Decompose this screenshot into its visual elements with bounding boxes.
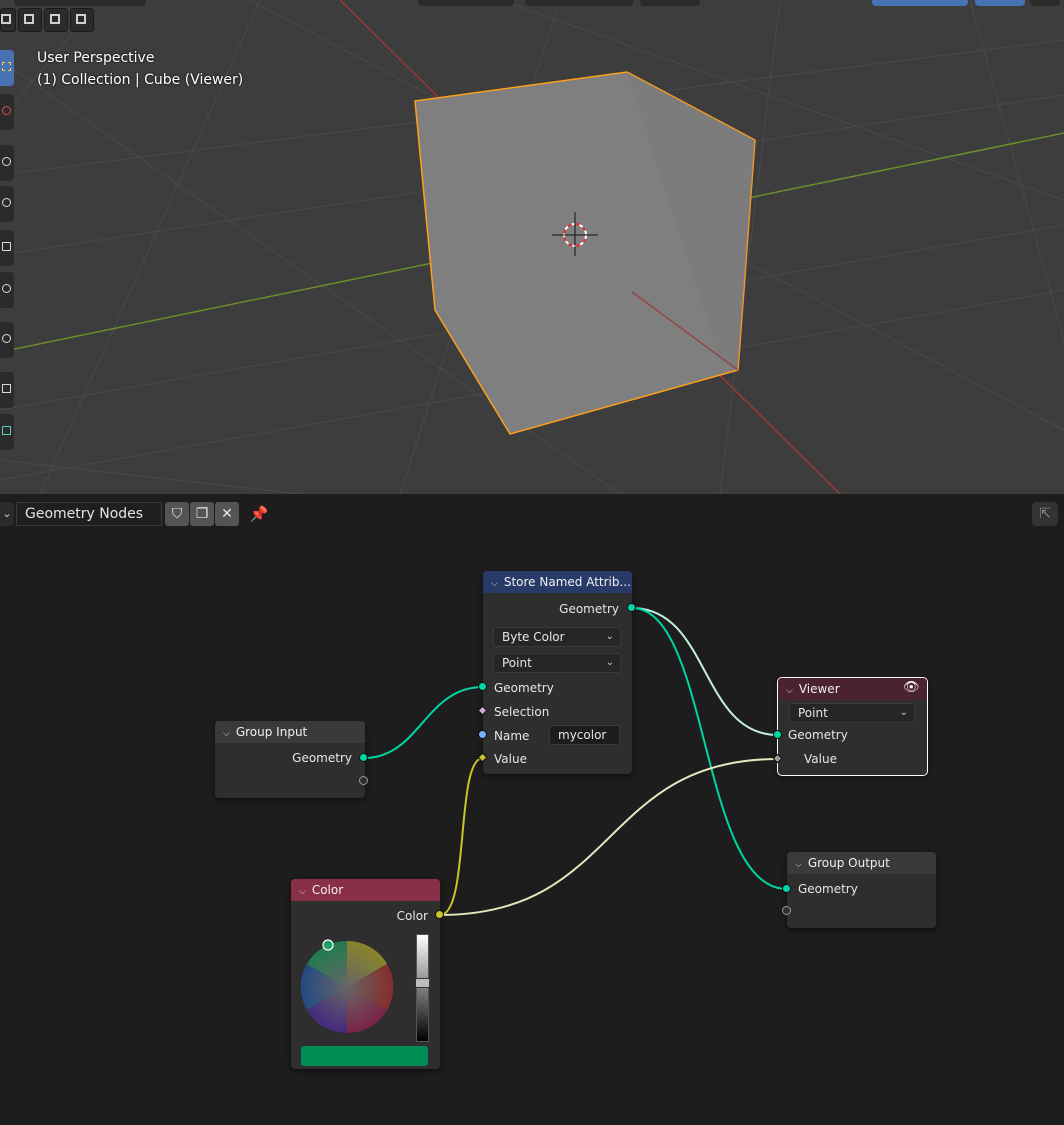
color-wheel[interactable] <box>299 939 395 1035</box>
3d-viewport[interactable]: User Perspective (1) Collection | Cube (… <box>0 0 1064 494</box>
link-group-input-to-store <box>363 686 484 759</box>
store-input-name-socket[interactable] <box>478 730 487 739</box>
collapse-chevron-icon[interactable]: ⌵ <box>299 881 306 903</box>
output-geometry-label: Geometry <box>559 602 619 616</box>
header-widget[interactable] <box>418 0 514 6</box>
node-title: Store Named Attrib... <box>503 575 631 589</box>
tool-measure-icon[interactable] <box>0 372 14 408</box>
node-title: Color <box>311 883 344 897</box>
header-widget[interactable] <box>14 0 146 6</box>
select-new-icon[interactable] <box>0 8 16 32</box>
store-input-geometry-socket[interactable] <box>478 682 487 691</box>
collapse-chevron-icon[interactable]: ⌵ <box>786 680 793 702</box>
tool-annotate-icon[interactable] <box>0 322 14 358</box>
value-slider-handle[interactable] <box>415 978 430 988</box>
store-named-attribute-node[interactable]: ⌵ Store Named Attrib... Geometry Byte Col… <box>483 571 632 774</box>
select-extend-icon[interactable] <box>18 8 42 32</box>
node-title: Group Input <box>235 725 308 739</box>
group-input-node[interactable]: ⌵ Group Input Geometry <box>215 721 365 798</box>
store-output-geometry-socket[interactable] <box>627 603 636 612</box>
group-output-node[interactable]: ⌵ Group Output Geometry <box>787 852 936 928</box>
attribute-name-field[interactable]: mycolor <box>549 725 620 745</box>
collection-label: (1) Collection | Cube (Viewer) <box>37 72 244 88</box>
parent-node-tree-icon[interactable]: ⇱ <box>1032 502 1058 526</box>
node-tree-name-field[interactable]: Geometry Nodes <box>16 502 162 526</box>
group-input-geometry-socket[interactable] <box>359 753 368 762</box>
color-node[interactable]: ⌵ Color Color <box>291 879 440 1069</box>
tool-add-cube-icon[interactable] <box>0 414 14 450</box>
viewer-input-geometry-socket[interactable] <box>773 730 782 739</box>
node-title: Group Output <box>807 856 890 870</box>
input-value-label: Value <box>494 752 527 766</box>
value-slider[interactable] <box>415 934 430 1042</box>
close-icon[interactable]: ✕ <box>215 502 239 526</box>
collapse-chevron-icon[interactable]: ⌵ <box>795 854 802 876</box>
perspective-label: User Perspective <box>37 50 155 66</box>
input-geometry-label: Geometry <box>788 728 848 742</box>
header-widget[interactable] <box>525 0 633 6</box>
header-widget[interactable] <box>975 0 1025 6</box>
chevron-down-icon: ⌄ <box>899 707 908 718</box>
data-type-dropdown[interactable]: Byte Color ⌄ <box>493 627 621 647</box>
header-widget[interactable] <box>640 0 700 6</box>
select-mode-toolbar <box>0 8 94 34</box>
shield-icon[interactable]: ⛉ <box>165 502 189 526</box>
header-widget[interactable] <box>1030 0 1060 6</box>
node-header[interactable]: ⌵ Color <box>291 879 440 901</box>
tool-rotate-icon[interactable] <box>0 186 14 222</box>
data-type-value: Byte Color <box>502 630 565 644</box>
chevron-down-icon: ⌄ <box>605 631 614 642</box>
input-geometry-label: Geometry <box>494 681 554 695</box>
color-picker-handle[interactable] <box>322 939 334 951</box>
viewer-node[interactable]: ⌵ Viewer 👁 Point ⌄ Geometry Value <box>777 677 928 776</box>
node-tree-browse-chevron-icon[interactable]: ⌄ <box>0 502 14 526</box>
domain-value: Point <box>502 656 532 670</box>
input-selection-label: Selection <box>494 705 550 719</box>
color-output-socket[interactable] <box>435 910 444 919</box>
node-header[interactable]: ⌵ Viewer 👁 <box>778 678 927 700</box>
tool-select-box-icon[interactable] <box>0 50 14 86</box>
domain-dropdown[interactable]: Point ⌄ <box>493 653 621 673</box>
link-color-to-viewer-value <box>439 758 779 916</box>
collapse-chevron-icon[interactable]: ⌵ <box>491 573 498 595</box>
chevron-down-icon: ⌄ <box>605 657 614 668</box>
node-header[interactable]: ⌵ Store Named Attrib... <box>483 571 632 593</box>
node-header[interactable]: ⌵ Group Input <box>215 721 365 743</box>
output-geometry-label: Geometry <box>292 751 352 765</box>
viewer-domain-value: Point <box>798 706 828 720</box>
tool-scale-icon[interactable] <box>0 230 14 266</box>
color-swatch[interactable] <box>301 1046 428 1066</box>
duplicate-icon[interactable]: ❐ <box>190 502 214 526</box>
header-widget[interactable] <box>872 0 968 6</box>
link-store-to-viewer <box>631 607 779 736</box>
output-color-label: Color <box>396 909 428 923</box>
group-output-empty-socket[interactable] <box>782 906 791 915</box>
group-output-geometry-socket[interactable] <box>782 884 791 893</box>
node-title: Viewer <box>798 682 840 696</box>
tool-transform-icon[interactable] <box>0 272 14 308</box>
group-input-empty-socket[interactable] <box>359 776 368 785</box>
node-header[interactable]: ⌵ Group Output <box>787 852 936 874</box>
input-name-label: Name <box>494 729 530 743</box>
collapse-chevron-icon[interactable]: ⌵ <box>223 723 230 745</box>
tool-move-icon[interactable] <box>0 145 14 181</box>
link-color-to-store-value <box>439 757 484 916</box>
tool-cursor-icon[interactable] <box>0 94 14 130</box>
cube-object[interactable] <box>414 71 756 435</box>
link-store-to-output <box>631 607 788 890</box>
eye-icon[interactable]: 👁 <box>903 681 920 695</box>
viewer-domain-dropdown[interactable]: Point ⌄ <box>789 703 915 723</box>
select-intersect-icon[interactable] <box>70 8 94 32</box>
pin-icon[interactable]: 📌 <box>248 503 270 525</box>
input-geometry-label: Geometry <box>798 882 858 896</box>
input-value-label: Value <box>804 752 837 766</box>
select-subtract-icon[interactable] <box>44 8 68 32</box>
